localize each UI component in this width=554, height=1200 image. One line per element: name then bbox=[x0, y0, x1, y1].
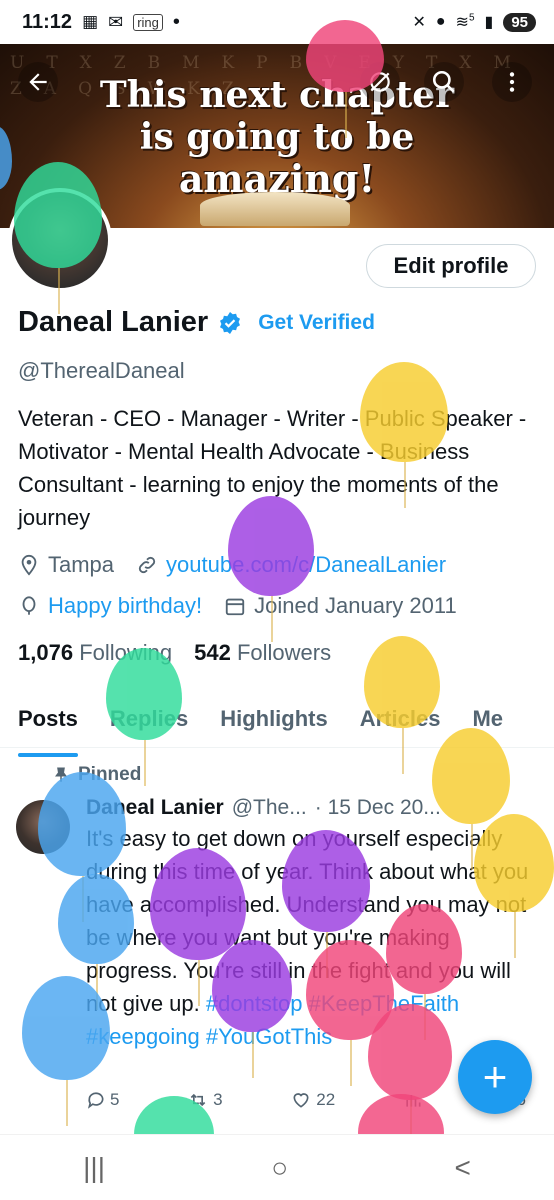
circle-slash-icon bbox=[370, 72, 390, 92]
back-button[interactable] bbox=[18, 62, 58, 102]
banner-line-1: This next chapter bbox=[99, 74, 455, 116]
profile-avatar[interactable] bbox=[8, 188, 112, 292]
mute-icon: ✕ bbox=[412, 14, 426, 31]
tweet-body: It's easy to get down on yourself especi… bbox=[86, 822, 532, 1053]
calendar-icon: ▦ bbox=[82, 12, 99, 31]
reply-button[interactable]: 5 bbox=[86, 1090, 119, 1110]
repost-button[interactable]: 3 bbox=[187, 1090, 223, 1110]
tab-replies[interactable]: Replies bbox=[110, 696, 188, 747]
profile-name: Daneal Lanier bbox=[18, 306, 209, 338]
follow-stats: 1,076 Following 542 Followers bbox=[18, 640, 331, 666]
following-count: 1,076 bbox=[18, 640, 74, 665]
reply-count: 5 bbox=[110, 1090, 120, 1109]
arrow-left-icon bbox=[29, 73, 47, 91]
tab-highlights[interactable]: Highlights bbox=[220, 696, 328, 747]
profile-bio: Veteran - CEO - Manager - Writer - Publi… bbox=[18, 406, 527, 530]
avatar-image bbox=[12, 192, 108, 288]
signal-icon: ▮ bbox=[484, 14, 494, 31]
status-right: ✕ ● ≋5 ▮ 95 bbox=[412, 12, 536, 32]
profile-handle: @TherealDaneal bbox=[18, 358, 185, 383]
edit-profile-button[interactable]: Edit profile bbox=[366, 244, 536, 288]
pinned-indicator: Pinned bbox=[52, 764, 141, 786]
status-left: 11:12 ▦ ✉ ring • bbox=[22, 11, 180, 34]
repost-count: 3 bbox=[213, 1090, 223, 1109]
tweet-author-handle: @The... bbox=[231, 796, 307, 819]
search-icon bbox=[432, 70, 455, 93]
tweet-author-name[interactable]: Daneal Lanier bbox=[86, 796, 224, 820]
name-row: Daneal Lanier Get Verified bbox=[18, 306, 375, 339]
meta-row-2: Happy birthday! Joined January 2011 bbox=[18, 593, 457, 619]
following-label: Following bbox=[79, 640, 173, 665]
followers-link[interactable]: 542 Followers bbox=[194, 640, 331, 666]
reply-icon bbox=[87, 1092, 104, 1109]
tweet-date: · 15 Dec 20... bbox=[314, 796, 441, 819]
views-icon bbox=[406, 1095, 421, 1107]
like-button[interactable]: 22 bbox=[290, 1090, 335, 1110]
get-verified-link[interactable]: Get Verified bbox=[258, 311, 375, 335]
banner-line-2: is going to be bbox=[139, 116, 415, 158]
status-bar: 11:12 ▦ ✉ ring • ✕ ● ≋5 ▮ 95 bbox=[0, 0, 554, 44]
profile-birthday[interactable]: Happy birthday! bbox=[48, 593, 202, 619]
tab-posts[interactable]: Posts bbox=[18, 696, 78, 757]
tweet-text: It's easy to get down on yourself especi… bbox=[86, 826, 529, 1016]
location-icon: ● bbox=[435, 13, 446, 30]
book-image bbox=[200, 192, 350, 226]
system-back-button[interactable]: < bbox=[454, 1152, 470, 1184]
calendar-icon bbox=[225, 598, 245, 616]
compose-button[interactable]: + bbox=[458, 1040, 532, 1114]
mail-icon: ✉ bbox=[108, 11, 124, 32]
profile-tabs: Posts Replies Highlights Articles Me bbox=[0, 696, 554, 757]
wifi-label: 5 bbox=[468, 12, 475, 24]
profile-joined: Joined January 2011 bbox=[254, 593, 457, 618]
system-navigation-bar: ||| ○ < bbox=[0, 1134, 554, 1200]
pinned-label: Pinned bbox=[78, 764, 142, 785]
battery-indicator: 95 bbox=[503, 12, 536, 32]
circle-slash-button[interactable] bbox=[360, 62, 400, 102]
pin-icon bbox=[55, 767, 67, 782]
tweet-avatar[interactable] bbox=[16, 800, 70, 854]
link-icon bbox=[138, 556, 156, 574]
profile-location: Tampa bbox=[48, 552, 115, 577]
location-pin-icon bbox=[21, 554, 37, 576]
verified-badge-icon bbox=[220, 311, 241, 334]
more-button[interactable] bbox=[492, 62, 532, 102]
ring-notification-icon: ring bbox=[133, 13, 163, 31]
more-vertical-icon bbox=[509, 72, 515, 92]
wifi-icon: ≋5 bbox=[455, 12, 475, 31]
followers-label: Followers bbox=[236, 640, 332, 665]
followers-count: 542 bbox=[194, 640, 231, 665]
home-button[interactable]: ○ bbox=[271, 1152, 288, 1184]
tweet-actions: 5 3 22 6 bbox=[86, 1090, 526, 1110]
views-button[interactable] bbox=[403, 1090, 427, 1110]
status-dot: • bbox=[172, 10, 180, 33]
recent-apps-button[interactable]: ||| bbox=[83, 1152, 105, 1184]
repost-icon bbox=[190, 1093, 206, 1107]
like-count: 22 bbox=[316, 1090, 336, 1109]
tab-media[interactable]: Me bbox=[472, 696, 503, 747]
profile-website-link[interactable]: youtube.com/c/DanealLanier bbox=[166, 552, 446, 578]
tab-articles[interactable]: Articles bbox=[360, 696, 441, 747]
meta-row-1: Tampa youtube.com/c/DanealLanier bbox=[18, 552, 446, 578]
following-link[interactable]: 1,076 Following bbox=[18, 640, 172, 666]
balloon-icon bbox=[22, 596, 36, 615]
search-button[interactable] bbox=[424, 62, 464, 102]
tweet-header: Daneal Lanier @The... · 15 Dec 20... bbox=[86, 796, 441, 820]
status-time: 11:12 bbox=[22, 10, 73, 33]
heart-icon bbox=[293, 1093, 309, 1108]
